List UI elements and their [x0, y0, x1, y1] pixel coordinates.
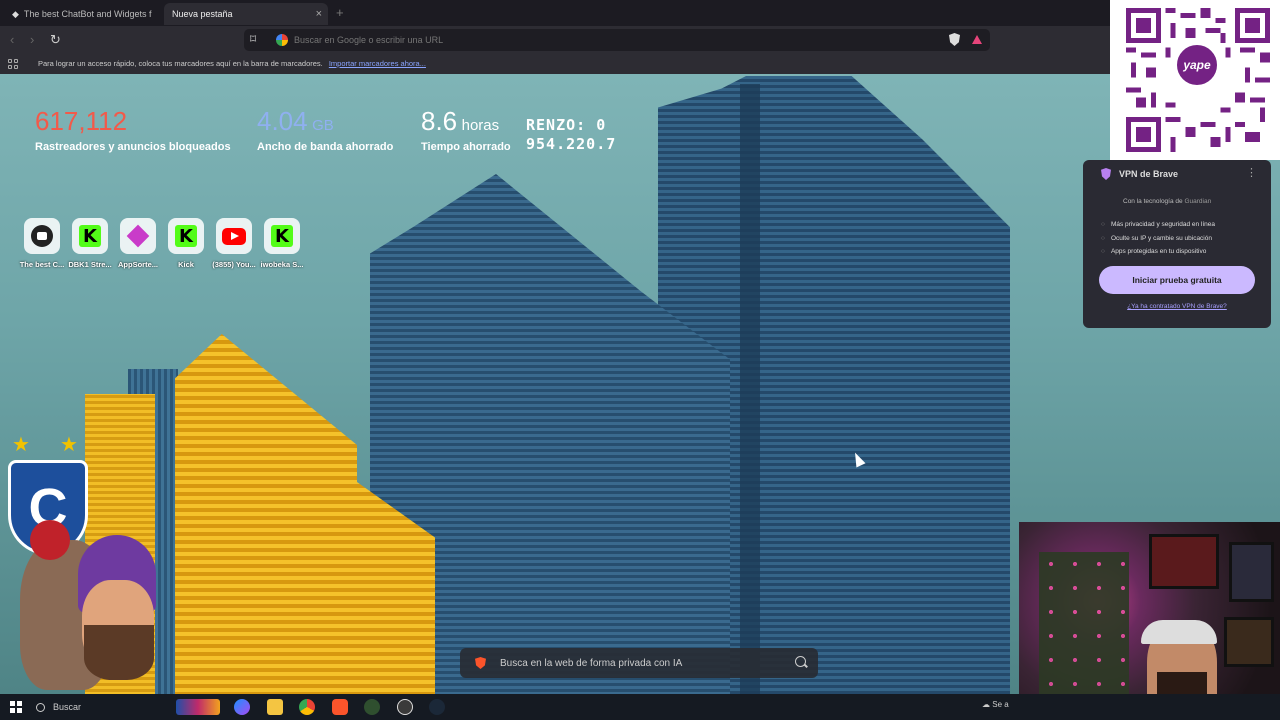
cartoon-beard	[84, 625, 154, 680]
tab-chatbot[interactable]: ◆ The best ChatBot and Widgets f	[4, 3, 162, 25]
youtube-icon	[222, 227, 246, 245]
start-free-trial-button[interactable]: Iniciar prueba gratuita	[1099, 266, 1255, 294]
streamer-cap	[1141, 620, 1217, 644]
tab-title: Nueva pestaña	[172, 9, 233, 19]
vpn-title: VPN de Brave	[1119, 169, 1179, 179]
reload-icon[interactable]: ↻	[50, 32, 61, 48]
address-bar[interactable]: ⌑	[244, 29, 990, 51]
brave-shields-icon[interactable]	[949, 33, 960, 46]
brave-lion-icon	[475, 657, 486, 669]
taskbar: Buscar ☁ Se a	[0, 694, 1280, 720]
search-input[interactable]	[500, 654, 780, 672]
wall-picture	[1224, 617, 1274, 667]
more-options-icon[interactable]: ⋮	[1246, 166, 1257, 179]
donkey-mouth	[30, 520, 70, 560]
chatbot-icon	[31, 225, 53, 247]
star-icon: ★	[12, 434, 30, 456]
search-icon[interactable]	[795, 656, 806, 667]
chrome-icon[interactable]	[299, 699, 315, 715]
shortcut-tile[interactable]: K DBK1 Stre...	[68, 218, 112, 269]
url-input[interactable]	[294, 31, 934, 49]
tab-title: The best ChatBot and Widgets f	[23, 9, 152, 19]
bookmarks-message: Para lograr un acceso rápido, coloca tus…	[38, 59, 426, 68]
top-sites: The best C... K DBK1 Stre... AppSorte...…	[20, 218, 303, 269]
steam-icon[interactable]	[429, 699, 445, 715]
stat-trackers-blocked: 617,112 Rastreadores y anuncios bloquead…	[35, 106, 231, 153]
stat-bandwidth-saved: 4.04 GB Ancho de banda ahorrado	[257, 106, 394, 153]
brave-rewards-icon[interactable]	[972, 35, 982, 44]
shortcut-tile[interactable]: AppSorte...	[118, 218, 158, 269]
yape-logo: yape	[1174, 42, 1220, 88]
stream-overlay-text: RENZO: 0 954.220.7	[526, 116, 617, 153]
bookmarks-bar: Para lograr un acceso rápido, coloca tus…	[0, 54, 1280, 74]
app-icon[interactable]	[364, 699, 380, 715]
vpn-feature-list: Más privacidad y seguridad en línea Ocul…	[1101, 218, 1215, 259]
shortcut-tile[interactable]: K Kick	[166, 218, 206, 269]
wall-picture	[1149, 534, 1219, 589]
diamond-icon	[126, 224, 150, 248]
shortcut-tile[interactable]: K iwobeka S...	[261, 218, 303, 269]
tab-strip: ◆ The best ChatBot and Widgets f Nueva p…	[0, 0, 1280, 26]
bookmark-icon[interactable]: ⌑	[250, 32, 256, 46]
search-icon	[36, 702, 45, 712]
building	[740, 84, 760, 694]
already-purchased-link[interactable]: ¿Ya ha contratado VPN de Brave?	[1083, 303, 1271, 310]
game-banner-icon[interactable]	[176, 699, 220, 715]
webcam-overlay	[1019, 522, 1280, 720]
kick-icon: K	[175, 225, 197, 247]
wall-picture	[1229, 542, 1274, 602]
list-item: Apps protegidas en tu dispositivo	[1101, 245, 1215, 259]
shortcut-tile[interactable]: (3855) You...	[212, 218, 256, 269]
kick-icon: K	[79, 225, 101, 247]
windows-start-icon[interactable]	[10, 701, 22, 713]
qr-code-overlay: yape	[1110, 0, 1280, 160]
brave-icon[interactable]	[332, 699, 348, 715]
vpn-widget: VPN de Brave ⋮ Con la tecnología de Guar…	[1083, 160, 1271, 328]
stream-mascot-overlay: ★ ★ C	[0, 430, 170, 694]
back-arrow-icon[interactable]: ‹	[10, 32, 14, 47]
import-bookmarks-link[interactable]: Importar marcadores ahora...	[329, 59, 426, 68]
weather-icon: ☁	[982, 700, 990, 709]
list-item: Más privacidad y seguridad en línea	[1101, 218, 1215, 232]
taskbar-search[interactable]: Buscar	[36, 698, 166, 716]
flowers	[1039, 552, 1129, 712]
obs-icon[interactable]	[397, 699, 413, 715]
file-explorer-icon[interactable]	[267, 699, 283, 715]
star-icon: ★	[60, 434, 78, 456]
weather-widget[interactable]: ☁ Se a	[982, 700, 1009, 709]
close-tab-icon[interactable]: ×	[316, 8, 322, 20]
apps-grid-icon[interactable]	[8, 59, 18, 69]
list-item: Oculte su IP y cambie su ubicación	[1101, 232, 1215, 246]
google-icon	[276, 34, 288, 46]
shortcut-tile[interactable]: The best C...	[20, 218, 64, 269]
stat-time-saved: 8.6 horas Tiempo ahorrado	[421, 106, 511, 153]
toolbar: ‹ › ↻ ⌑	[0, 26, 1280, 54]
kick-icon: K	[271, 225, 293, 247]
vpn-shield-icon	[1101, 168, 1111, 180]
forward-arrow-icon[interactable]: ›	[30, 32, 34, 47]
copilot-icon[interactable]	[234, 699, 250, 715]
tab-new-tab[interactable]: Nueva pestaña ×	[164, 3, 328, 25]
brave-tab-icon: ◆	[12, 8, 19, 19]
new-tab-button[interactable]: +	[336, 5, 344, 20]
ai-search-box[interactable]	[460, 648, 818, 678]
vpn-powered-by: Con la tecnología de Guardian	[1123, 198, 1212, 205]
